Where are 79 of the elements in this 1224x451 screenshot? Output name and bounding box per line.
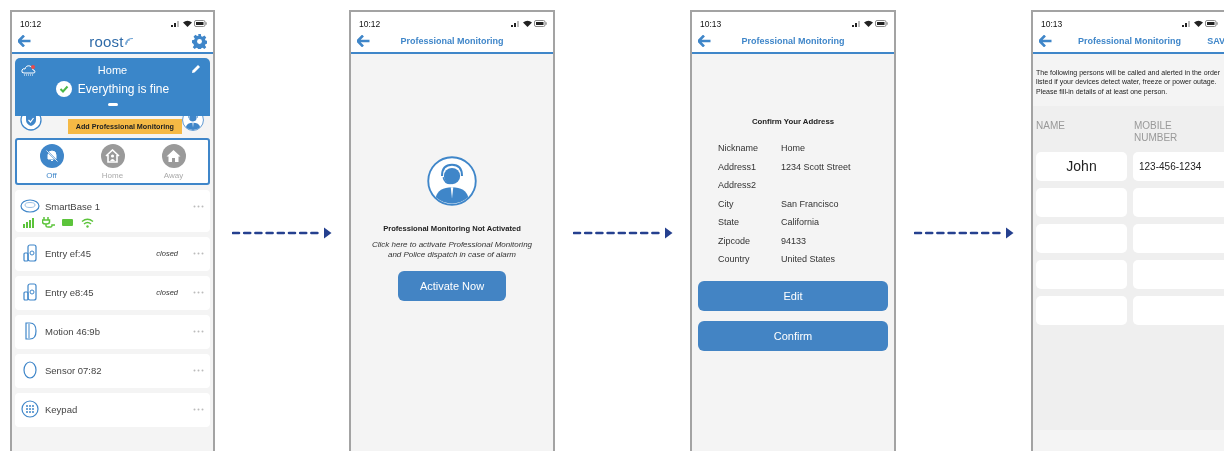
device-name: SmartBase 1 (45, 200, 100, 212)
field-value: United States (781, 253, 837, 266)
house-icon (166, 149, 181, 163)
location-title: Home (97, 64, 128, 76)
activate-button[interactable]: Activate Now (398, 271, 506, 302)
field-label: Address1 (718, 160, 758, 174)
signal-strength-icon (23, 217, 35, 228)
notice-message: Click here to activate Professional Monitoring and Police dispatch in case of alarm (370, 240, 534, 260)
waves-icon (124, 37, 134, 45)
status-text: Everything is fine (77, 82, 170, 96)
column-header: NAME (1036, 119, 1066, 133)
confirm-button[interactable]: Confirm (698, 321, 888, 351)
battery-icon (194, 20, 207, 27)
signal-icon (171, 20, 181, 27)
wifi-icon (864, 20, 873, 27)
save-button[interactable]: SAV (1207, 36, 1224, 46)
screen-title: Professional Monitoring (399, 36, 505, 46)
field-value: San Francisco (781, 197, 840, 211)
screen-title: Professional Monitoring (1077, 36, 1183, 46)
battery-icon (1205, 20, 1218, 27)
wifi-icon (523, 20, 532, 27)
device-name: Entry e8:45 (45, 286, 94, 298)
device-card[interactable]: Sensor 07:82 (15, 354, 210, 388)
mode-button[interactable]: Off (33, 144, 70, 180)
motion-sensor-icon (23, 322, 37, 340)
battery-full-icon (62, 219, 74, 226)
signal-icon (511, 20, 521, 27)
app-logo: roost (89, 32, 124, 50)
wifi-icon (1194, 20, 1203, 27)
settings-icon[interactable] (192, 33, 207, 49)
status-time: 10:12 (20, 18, 42, 29)
back-icon[interactable] (18, 35, 31, 47)
field-value: Home (781, 142, 806, 155)
bell-off-icon (44, 149, 59, 163)
wifi-icon (183, 20, 192, 27)
check-icon (55, 81, 72, 97)
device-card[interactable]: Keypad (15, 393, 210, 427)
plug-icon (42, 217, 55, 228)
signal-icon (852, 20, 862, 27)
agent-icon (427, 156, 477, 206)
column-header: MOBILE NUMBER (1134, 119, 1179, 144)
field-label: Zipcode (718, 234, 752, 248)
keypad-icon (21, 400, 39, 418)
phone-field[interactable]: 123-456-1234 (1133, 151, 1224, 181)
sensor-icon (23, 361, 37, 379)
field-value: California (781, 216, 821, 229)
field-value: 94133 (781, 234, 808, 248)
device-name: Motion 46:9b (45, 325, 100, 337)
device-card[interactable]: SmartBase 1 (15, 190, 210, 232)
field-label: City (718, 197, 735, 211)
field-label: Country (718, 253, 751, 266)
wifi-icon (81, 217, 94, 228)
device-name: Keypad (45, 403, 78, 415)
status-time: 10:12 (359, 18, 381, 29)
battery-icon (875, 20, 888, 27)
house-person-icon (105, 149, 120, 163)
edit-button[interactable]: Edit (698, 281, 888, 311)
name-field[interactable]: John (1036, 151, 1127, 181)
field-value: 1234 Scott Street (781, 160, 852, 174)
status-time: 10:13 (700, 18, 722, 29)
back-icon[interactable] (1039, 35, 1052, 47)
screen-title: Professional Monitoring (740, 36, 846, 46)
field-label: State (718, 216, 740, 229)
page-indicator (107, 103, 118, 106)
edit-icon[interactable] (191, 64, 201, 74)
back-icon[interactable] (357, 35, 370, 47)
battery-icon (534, 20, 547, 27)
hub-icon (20, 199, 40, 213)
back-icon[interactable] (698, 35, 711, 47)
status-time: 10:13 (1041, 18, 1063, 29)
field-label: Nickname (718, 142, 759, 155)
signal-icon (1182, 20, 1192, 27)
door-sensor-icon (23, 244, 37, 262)
device-name: Sensor 07:82 (45, 364, 102, 376)
door-sensor-icon (23, 283, 37, 301)
field-label: Address2 (718, 179, 758, 192)
cloud-icon (21, 64, 37, 77)
device-card[interactable]: Motion 46:9b (15, 315, 210, 349)
device-name: Entry ef:45 (45, 247, 91, 259)
